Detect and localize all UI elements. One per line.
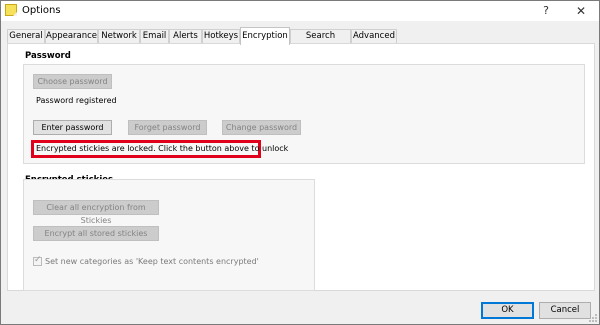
resize-grip-icon[interactable] <box>589 314 598 323</box>
tab-encryption[interactable]: Encryption <box>240 27 290 45</box>
tab-email[interactable]: Email <box>140 29 169 44</box>
clear-all-encryption-button[interactable]: Clear all encryption from Stickies <box>33 200 159 225</box>
tab-advanced[interactable]: Advanced <box>351 29 397 44</box>
change-password-button[interactable]: Change password <box>222 120 301 135</box>
locked-message: Encrypted stickies are locked. Click the… <box>36 144 289 153</box>
options-dialog: Options ? ✕ General Appearance Network E… <box>0 0 600 325</box>
encrypt-all-stickies-button[interactable]: Encrypt all stored stickies <box>33 226 159 241</box>
title-bar: Options ? ✕ <box>1 1 599 21</box>
password-group-title: Password <box>25 51 71 61</box>
cancel-button[interactable]: Cancel <box>539 302 591 319</box>
close-button[interactable]: ✕ <box>572 3 590 19</box>
password-status-label: Password registered <box>36 96 117 105</box>
tab-appearance[interactable]: Appearance <box>45 29 98 44</box>
keep-encrypted-label: Set new categories as 'Keep text content… <box>45 257 259 266</box>
tab-network[interactable]: Network <box>98 29 140 44</box>
choose-password-button[interactable]: Choose password <box>33 74 112 89</box>
forget-password-button[interactable]: Forget password <box>128 120 207 135</box>
keep-encrypted-checkbox[interactable] <box>33 255 42 266</box>
window-title: Options <box>22 5 61 16</box>
tab-alerts[interactable]: Alerts <box>169 29 202 44</box>
tab-search-engines[interactable]: Search Engines <box>290 29 351 54</box>
tab-hotkeys[interactable]: Hotkeys <box>202 29 240 44</box>
enter-password-button[interactable]: Enter password <box>33 120 112 135</box>
tab-general[interactable]: General <box>7 29 45 44</box>
help-button[interactable]: ? <box>537 3 555 19</box>
stickies-app-icon <box>5 4 17 16</box>
ok-button[interactable]: OK <box>481 302 534 319</box>
